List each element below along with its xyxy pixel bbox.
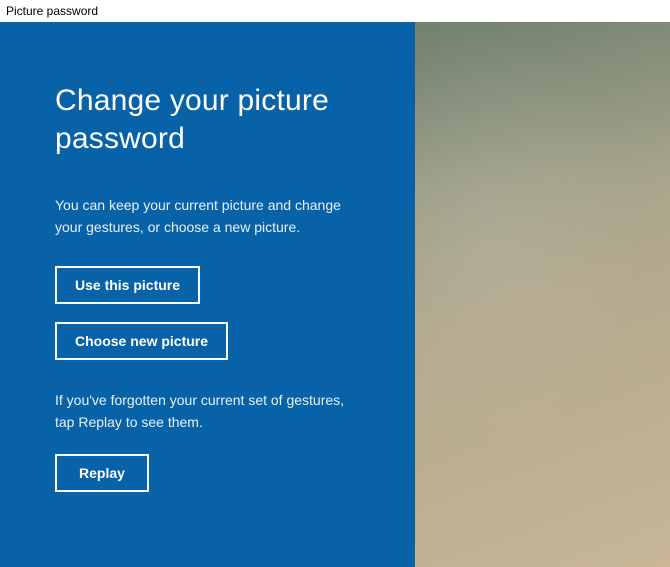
picture-preview (415, 22, 670, 567)
replay-description-text: If you've forgotten your current set of … (55, 390, 345, 433)
use-this-picture-button[interactable]: Use this picture (55, 266, 200, 304)
main-area: Change your picture password You can kee… (0, 22, 670, 567)
choose-new-picture-button[interactable]: Choose new picture (55, 322, 228, 360)
page-heading: Change your picture password (55, 82, 365, 157)
replay-section: If you've forgotten your current set of … (55, 390, 365, 491)
window-title: Picture password (0, 0, 670, 22)
instruction-panel: Change your picture password You can kee… (0, 22, 415, 567)
replay-button[interactable]: Replay (55, 454, 149, 492)
description-text: You can keep your current picture and ch… (55, 195, 345, 238)
